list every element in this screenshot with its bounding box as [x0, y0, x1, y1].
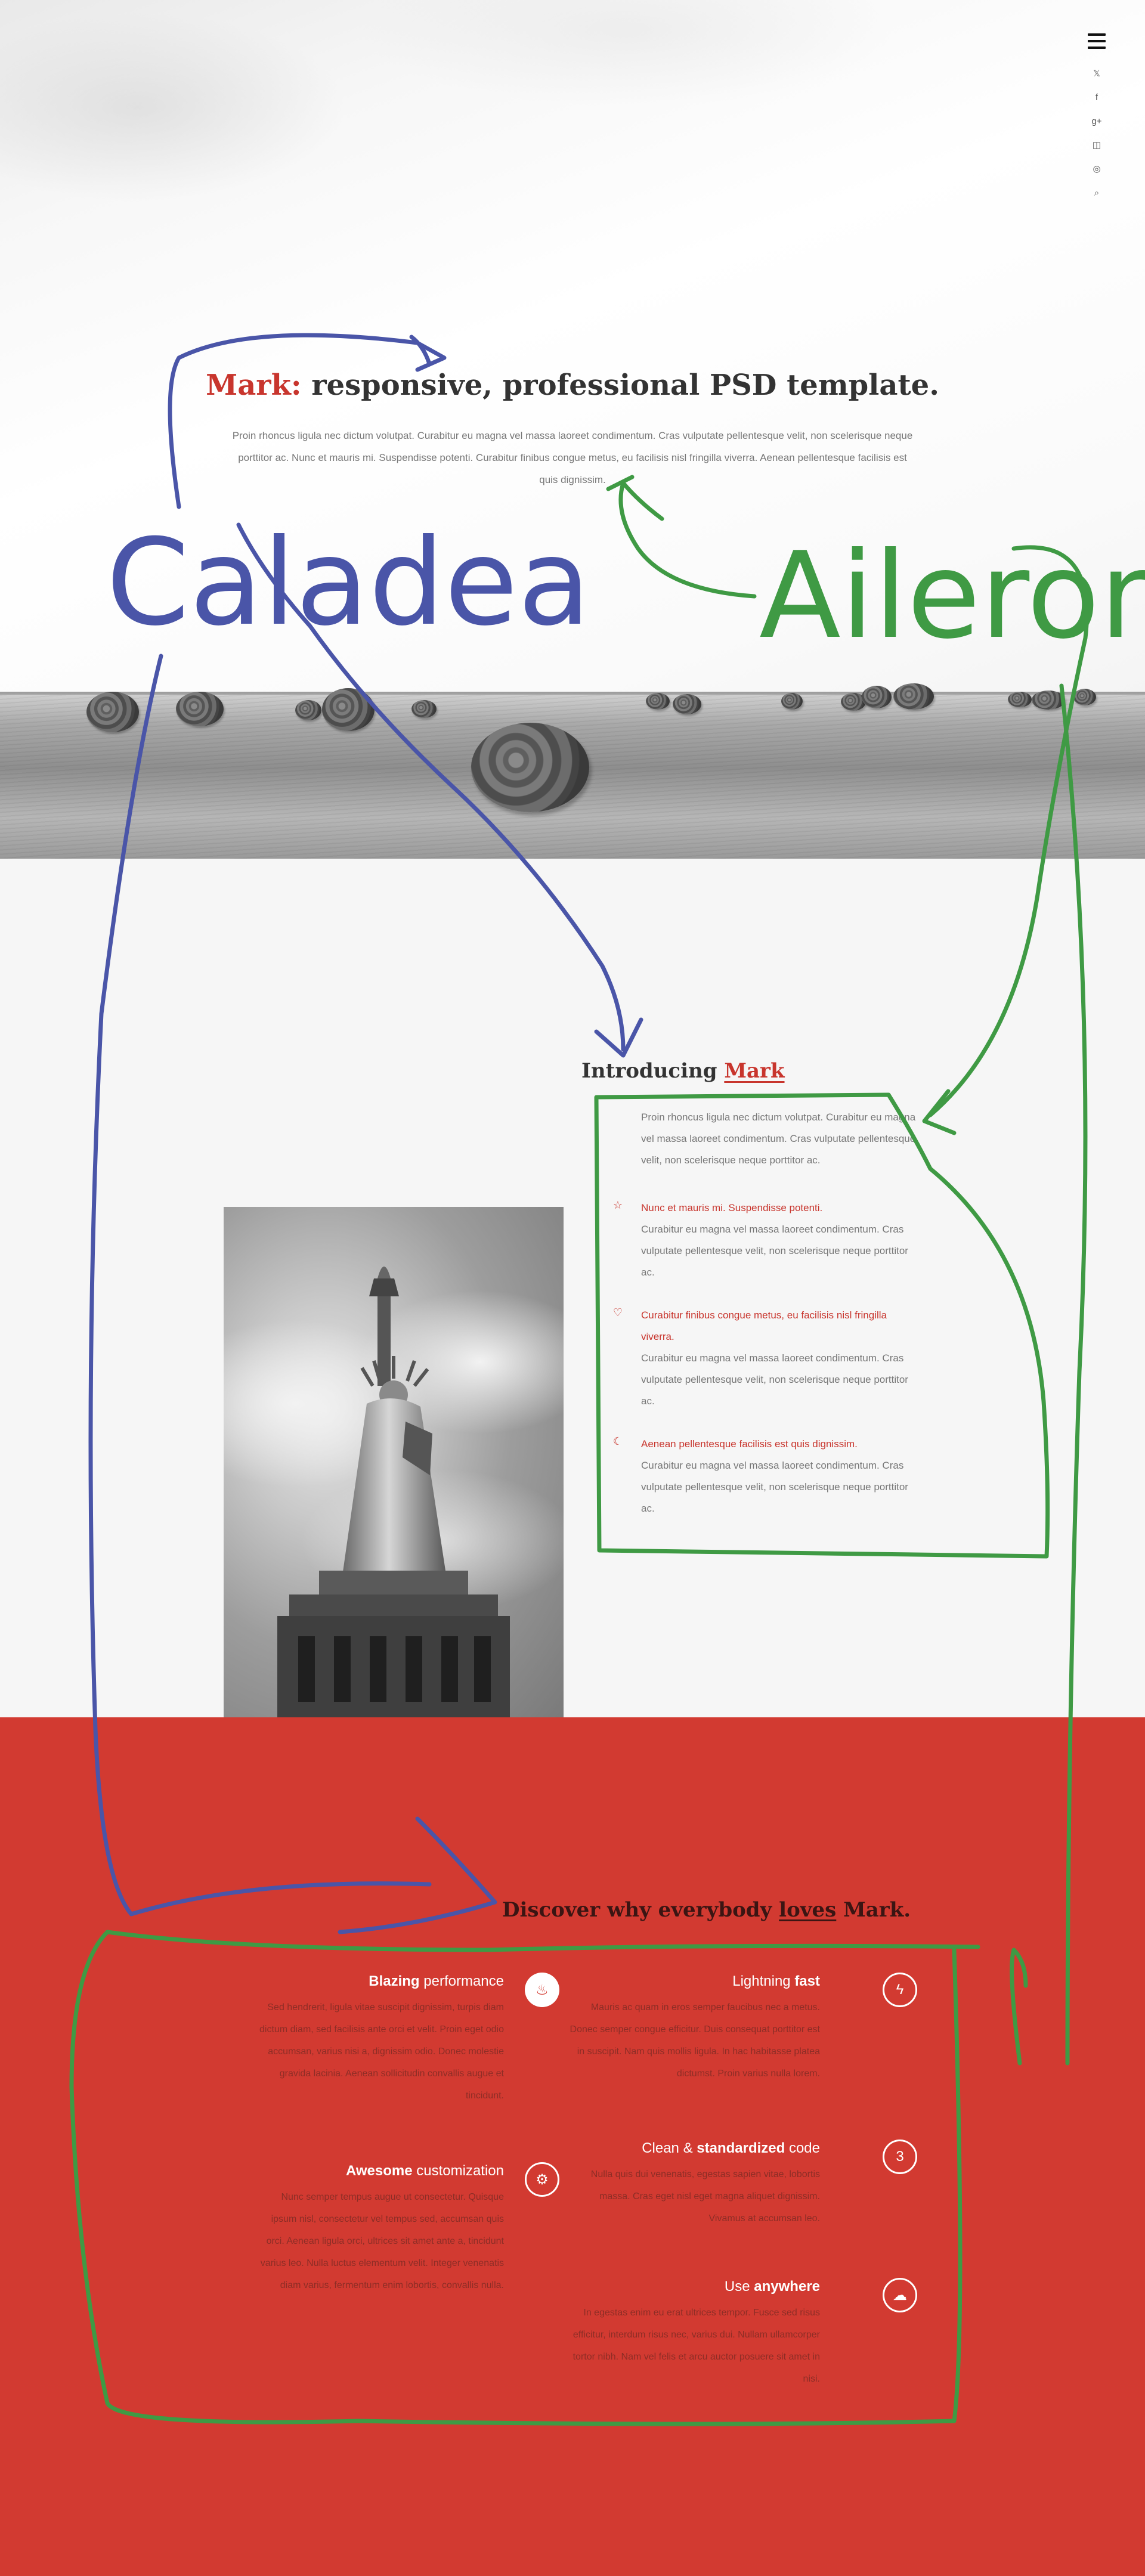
hay-bale	[1008, 692, 1032, 707]
why-feature-text: Nunc semper tempus augue ut consectetur.…	[260, 2192, 504, 2290]
statue-of-liberty-image	[224, 1207, 564, 1717]
dribbble-icon[interactable]: ◎	[1088, 157, 1106, 181]
facebook-icon[interactable]: f	[1088, 86, 1106, 110]
why-title-part-a: Discover why everybody	[502, 1898, 779, 1922]
why-feature-heading: Use anywhere	[570, 2277, 820, 2297]
why-feature-heading-bold: standardized	[697, 2140, 785, 2156]
lightning-icon: ϟ	[883, 1973, 917, 2007]
why-feature-heading-rest: performance	[419, 1973, 504, 1989]
intro-title-plain: Introducing	[581, 1059, 725, 1083]
why-title: Discover why everybody loves Mark.	[502, 1898, 911, 1922]
intro-title-brand: Mark	[724, 1059, 785, 1083]
intro-feature-body: Curabitur eu magna vel massa laoreet con…	[641, 1224, 908, 1278]
hay-bale	[322, 688, 375, 731]
intro-feature-heading: Curabitur finibus congue metus, eu facil…	[641, 1309, 887, 1342]
sky-cloud	[0, 12, 346, 203]
hero-title-rest: responsive, professional PSD template.	[301, 369, 939, 402]
why-feature-text: Mauris ac quam in eros semper faucibus n…	[570, 2002, 820, 2079]
moon-icon: ☾	[612, 1435, 623, 1447]
hay-bale	[1073, 689, 1096, 705]
statue-illustration	[224, 1267, 564, 1717]
why-feature-heading: Clean & standardized code	[570, 2138, 820, 2159]
intro-feature-heading: Aenean pellentesque facilisis est quis d…	[641, 1438, 858, 1450]
why-feature-text: Nulla quis dui venenatis, egestas sapien…	[590, 2169, 820, 2224]
hay-bale	[781, 693, 803, 710]
why-feature: Blazing performance Sed hendrerit, ligula…	[253, 1971, 504, 2107]
why-title-part-b: Mark.	[836, 1898, 911, 1922]
why-feature-text: Sed hendrerit, ligula vitae suscipit dig…	[259, 2002, 504, 2101]
social-links: 𝕏f g+ ◫ ◎ ⌕	[1088, 62, 1106, 205]
hero-title: Mark: responsive, professional PSD templ…	[0, 369, 1145, 402]
why-title-loves: loves	[779, 1898, 837, 1922]
annotation-font-aileron: Aileron	[759, 527, 1145, 665]
why-feature-heading-bold: anywhere	[754, 2278, 820, 2295]
why-feature-heading-rest: customization	[412, 2163, 504, 2179]
intro-feature: ☆ Nunc et mauris mi. Suspendisse potenti.…	[611, 1197, 921, 1283]
why-feature-heading-bold: fast	[794, 1973, 820, 1989]
gear-icon: ⚙	[525, 2162, 559, 2197]
hay-bale	[86, 692, 139, 732]
why-feature-heading: Blazing performance	[253, 1971, 504, 1992]
hero-section: Mark: responsive, professional PSD templ…	[0, 0, 1145, 859]
star-icon: ☆	[612, 1199, 623, 1211]
search-icon[interactable]: ⌕	[1088, 181, 1106, 205]
intro-feature-heading: Nunc et mauris mi. Suspendisse potenti.	[641, 1202, 823, 1213]
css3-icon: 3	[883, 2140, 917, 2174]
intro-feature: ☾ Aenean pellentesque facilisis est quis …	[611, 1433, 921, 1519]
hay-bale	[176, 692, 224, 726]
intro-title: Introducing Mark	[581, 1059, 785, 1083]
heart-icon: ♡	[612, 1306, 623, 1318]
why-feature-heading-plain: Clean &	[642, 2140, 697, 2156]
intro-feature-body: Curabitur eu magna vel massa laoreet con…	[641, 1352, 908, 1407]
twitter-icon[interactable]: 𝕏	[1088, 62, 1106, 86]
why-feature-heading-bold: Awesome	[345, 2163, 413, 2179]
intro-lead-text: Proin rhoncus ligula nec dictum volutpat…	[641, 1111, 916, 1166]
hay-bale	[646, 693, 670, 710]
why-feature-text: In egestas enim eu erat ultrices tempor.…	[572, 2308, 820, 2384]
hay-bale	[295, 700, 321, 720]
why-feature-heading: Lightning fast	[570, 1971, 820, 1992]
instagram-icon[interactable]: ◫	[1088, 134, 1106, 157]
flame-icon: ♨	[525, 1973, 559, 2007]
why-feature-heading: Awesome customization	[253, 2161, 504, 2181]
hay-bale-large	[471, 723, 589, 812]
hero-title-brand: Mark:	[206, 369, 302, 402]
intro-section	[0, 859, 1145, 1717]
sky-cloud	[358, 0, 895, 107]
cloud-icon: ☁	[883, 2278, 917, 2312]
side-rail: 𝕏f g+ ◫ ◎ ⌕	[1088, 33, 1106, 205]
why-feature: Use anywhere In egestas enim eu erat ultr…	[570, 2277, 820, 2390]
hero-description: Proin rhoncus ligula nec dictum volutpat…	[232, 430, 913, 485]
why-feature-heading-rest: code	[785, 2140, 820, 2156]
why-feature: Lightning fast Mauris ac quam in eros sem…	[570, 1971, 820, 2085]
hay-bale	[411, 700, 437, 718]
why-feature: Awesome customization Nunc semper tempus …	[253, 2161, 504, 2296]
why-feature: Clean & standardized code Nulla quis dui …	[570, 2138, 820, 2230]
hay-bale	[1032, 691, 1065, 710]
google-plus-icon[interactable]: g+	[1088, 110, 1106, 134]
hay-bale	[673, 694, 701, 714]
why-feature-heading-bold: Blazing	[369, 1973, 420, 1989]
intro-feature: ♡ Curabitur finibus congue metus, eu faci…	[611, 1305, 921, 1412]
hay-bale	[862, 686, 892, 708]
why-feature-heading-plain: Use	[724, 2278, 754, 2295]
hamburger-menu-icon[interactable]	[1088, 33, 1106, 49]
intro-feature-body: Curabitur eu magna vel massa laoreet con…	[641, 1460, 908, 1514]
hay-bale	[893, 683, 934, 710]
annotation-font-caladea: Caladea	[106, 513, 591, 652]
why-feature-heading-plain: Lightning	[732, 1973, 795, 1989]
